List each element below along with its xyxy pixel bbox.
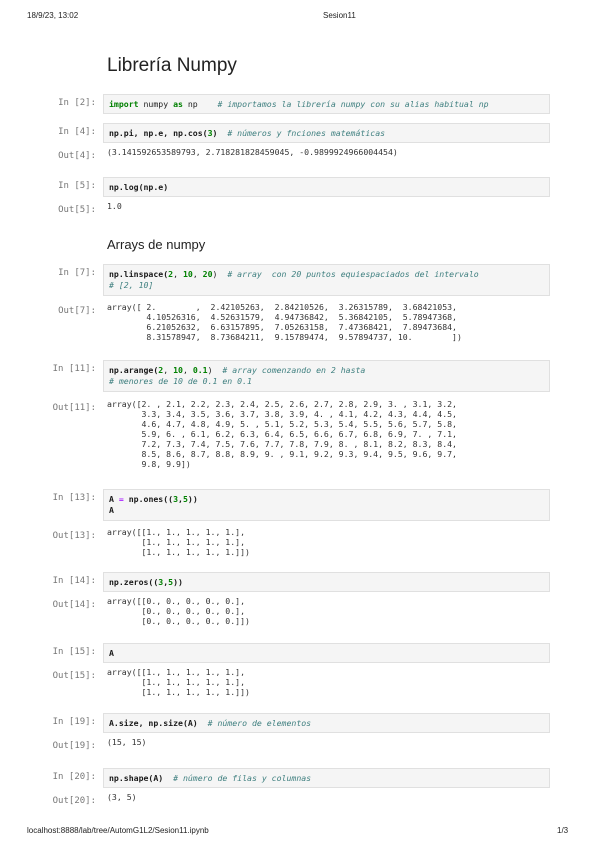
code-token: # array comenzando en 2 hasta <box>222 365 366 375</box>
output-prompt: Out[20]: <box>52 796 96 806</box>
output-prompt: Out[4]: <box>58 151 96 161</box>
output-prompt: Out[7]: <box>58 306 96 316</box>
code-cell[interactable]: np.log(np.e) <box>103 177 550 197</box>
code-token: ) <box>207 365 223 375</box>
code-token: , <box>182 365 193 375</box>
output-prompt: Out[14]: <box>52 600 96 610</box>
cell-output: array([[1., 1., 1., 1., 1.], [1., 1., 1.… <box>107 527 250 557</box>
code-token: ) <box>212 128 228 138</box>
input-prompt: In [4]: <box>58 127 96 137</box>
code-line: # [2, 10] <box>109 280 154 290</box>
code-cell[interactable]: A = np.ones((3,5)) A <box>103 489 550 521</box>
input-prompt: In [19]: <box>52 717 96 727</box>
code-token: # número de elementos <box>207 718 312 728</box>
code-token: np.arange( <box>109 365 159 375</box>
code-line: A <box>109 505 114 515</box>
output-prompt: Out[11]: <box>52 403 96 413</box>
code-cell[interactable]: np.pi, np.e, np.cos(3) # números y fncio… <box>103 123 550 143</box>
code-token: , <box>173 269 183 279</box>
code-cell[interactable]: np.shape(A) # número de filas y columnas <box>103 768 550 788</box>
code-token: numpy <box>138 99 174 109</box>
code-line: A = np.ones((3,5)) <box>109 494 544 505</box>
code-line: A <box>109 648 544 659</box>
page-number: 1/3 <box>557 826 569 835</box>
code-cell[interactable]: A <box>103 643 550 663</box>
cell-output: array([ 2. , 2.42105263, 2.84210526, 3.2… <box>107 302 462 342</box>
page-title: Librería Numpy <box>107 55 237 76</box>
code-line: np.pi, np.e, np.cos(3) # números y fncio… <box>109 128 544 139</box>
input-prompt: In [5]: <box>58 181 96 191</box>
output-prompt: Out[13]: <box>52 531 96 541</box>
input-prompt: In [11]: <box>52 364 96 374</box>
code-line: import numpy as np # importamos la libre… <box>109 99 544 110</box>
code-line: np.linspace(2, 10, 20) # array con 20 pu… <box>109 269 544 280</box>
input-prompt: In [7]: <box>58 268 96 278</box>
cell-output: 1.0 <box>107 201 122 211</box>
code-token: A.size, np.size(A) <box>109 718 208 728</box>
code-token: 10 <box>182 269 193 279</box>
code-cell[interactable]: np.linspace(2, 10, 20) # array con 20 pu… <box>103 264 550 296</box>
code-token: )) <box>173 577 183 587</box>
print-title: Sesion11 <box>323 11 356 20</box>
code-token: # importamos la librería numpy con su al… <box>217 99 489 109</box>
output-prompt: Out[19]: <box>52 741 96 751</box>
code-line: A.size, np.size(A) # número de elementos <box>109 718 544 729</box>
input-prompt: In [20]: <box>52 772 96 782</box>
code-token: np <box>182 99 218 109</box>
code-token: A <box>109 648 114 658</box>
input-prompt: In [13]: <box>52 493 96 503</box>
code-token: , <box>163 365 174 375</box>
code-token: 10 <box>173 365 183 375</box>
code-line: np.arange(2, 10, 0.1) # array comenzando… <box>109 365 544 376</box>
code-token: np.log(np.e) <box>109 182 169 192</box>
code-line: np.zeros((3,5)) <box>109 577 544 588</box>
code-token: ) <box>212 269 228 279</box>
input-prompt: In [15]: <box>52 647 96 657</box>
cell-output: (3.141592653589793, 2.718281828459045, -… <box>107 147 398 157</box>
code-token: # números y fnciones matemáticas <box>227 128 386 138</box>
code-token: import <box>109 99 139 109</box>
cell-output: (3, 5) <box>107 792 137 802</box>
output-prompt: Out[5]: <box>58 205 96 215</box>
code-line: np.shape(A) # número de filas y columnas <box>109 773 544 784</box>
code-token: 0.1 <box>192 365 208 375</box>
input-prompt: In [2]: <box>58 98 96 108</box>
section-heading: Arrays de numpy <box>107 237 206 252</box>
code-token: # array con 20 puntos equiespaciados del… <box>227 269 479 279</box>
code-cell[interactable]: import numpy as np # importamos la libre… <box>103 94 550 114</box>
code-token: , <box>192 269 203 279</box>
cell-output: (15, 15) <box>107 737 147 747</box>
print-datetime: 18/9/23, 13:02 <box>27 11 79 20</box>
code-token: np.ones(( <box>123 494 174 504</box>
code-token: np.linspace( <box>109 269 169 279</box>
code-token: np.pi, np.e, np.cos( <box>109 128 208 138</box>
code-line: np.log(np.e) <box>109 182 544 193</box>
cell-output: array([[0., 0., 0., 0., 0.], [0., 0., 0.… <box>107 596 250 626</box>
code-token: np.shape(A) <box>109 773 174 783</box>
code-token: np.zeros(( <box>109 577 159 587</box>
print-url: localhost:8888/lab/tree/AutomG1L2/Sesion… <box>27 826 209 835</box>
code-cell[interactable]: A.size, np.size(A) # número de elementos <box>103 713 550 733</box>
code-cell[interactable]: np.zeros((3,5)) <box>103 572 550 592</box>
cell-output: array([[1., 1., 1., 1., 1.], [1., 1., 1.… <box>107 667 250 697</box>
code-line: # menores de 10 de 0.1 en 0.1 <box>109 376 252 386</box>
code-cell[interactable]: np.arange(2, 10, 0.1) # array comenzando… <box>103 360 550 392</box>
output-prompt: Out[15]: <box>52 671 96 681</box>
code-token: # número de filas y columnas <box>173 773 312 783</box>
code-token: A <box>109 494 119 504</box>
code-token: 20 <box>202 269 213 279</box>
code-token: as <box>173 99 183 109</box>
input-prompt: In [14]: <box>52 576 96 586</box>
cell-output: array([2. , 2.1, 2.2, 2.3, 2.4, 2.5, 2.6… <box>107 399 457 469</box>
code-token: )) <box>187 494 198 504</box>
